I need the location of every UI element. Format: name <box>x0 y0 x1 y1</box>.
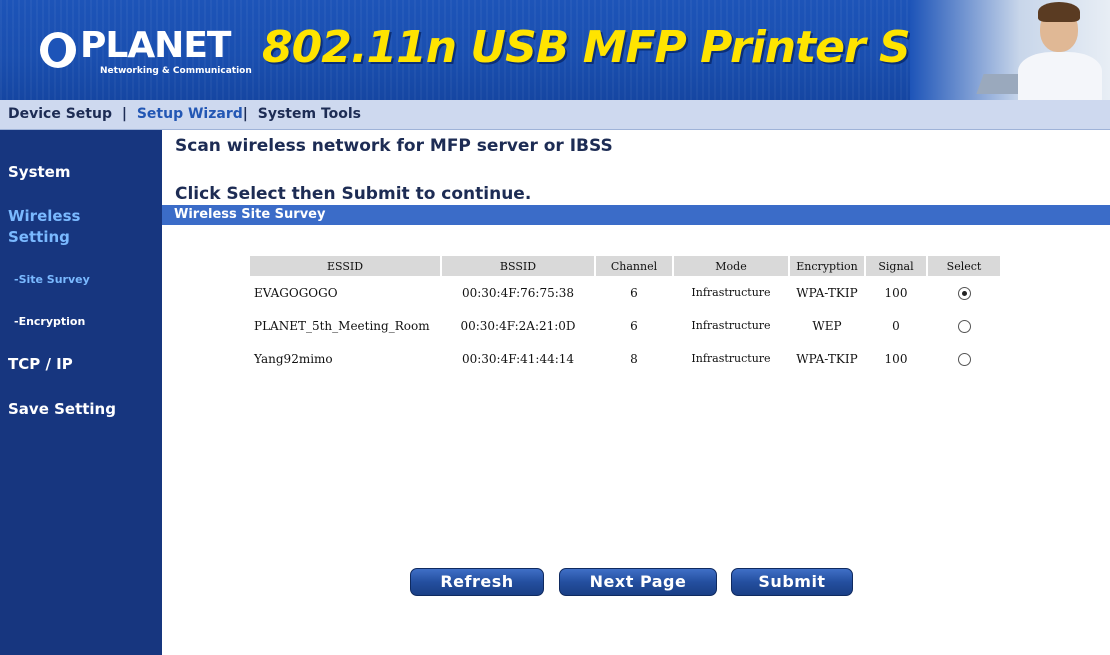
cell-bssid: 00:30:4F:2A:21:0D <box>460 318 576 333</box>
sidebar-item-tcp-ip[interactable]: TCP / IP <box>8 355 73 373</box>
column-header-channel: Channel <box>595 256 674 276</box>
table-header-row: ESSID BSSID Channel Mode Encryption Sign… <box>250 256 1002 276</box>
cell-mode: Infrastructure <box>691 319 771 332</box>
cell-signal: 100 <box>884 351 908 366</box>
submit-button[interactable]: Submit <box>731 568 853 596</box>
top-navigation: Device Setup | Setup Wizard| System Tool… <box>0 100 1110 130</box>
sidebar-item-encryption[interactable]: -Encryption <box>14 315 85 328</box>
sidebar-item-site-survey[interactable]: -Site Survey <box>14 273 90 286</box>
column-header-select: Select <box>927 256 1002 276</box>
table-row: Yang92mimo 00:30:4F:41:44:14 8 Infrastru… <box>250 342 1001 375</box>
sidebar: System Wireless Setting -Site Survey -En… <box>0 130 162 655</box>
cell-signal: 100 <box>884 285 908 300</box>
next-page-button[interactable]: Next Page <box>559 568 717 596</box>
nav-device-setup[interactable]: Device Setup <box>8 106 112 122</box>
cell-select <box>927 342 1001 375</box>
person-shirt <box>1018 52 1102 100</box>
refresh-button[interactable]: Refresh <box>410 568 544 596</box>
cell-signal: 0 <box>892 318 900 333</box>
brand-name: PLANET <box>80 25 231 66</box>
header-banner: PLANET Networking & Communication 802.11… <box>0 0 1110 100</box>
cell-select <box>927 309 1001 342</box>
cell-encryption: WPA-TKIP <box>796 285 858 300</box>
sidebar-item-system[interactable]: System <box>8 163 70 181</box>
site-survey-table: ESSID BSSID Channel Mode Encryption Sign… <box>250 256 1002 375</box>
planet-logo: PLANET Networking & Communication <box>40 18 252 78</box>
top-nav-links: Device Setup | Setup Wizard| System Tool… <box>8 106 361 122</box>
cell-channel: 6 <box>630 318 638 333</box>
brand-tagline: Networking & Communication <box>100 66 252 76</box>
globe-icon <box>40 32 76 68</box>
section-header-bar: Wireless Site Survey <box>162 205 1110 225</box>
cell-essid: Yang92mimo <box>254 351 333 366</box>
cell-channel: 8 <box>630 351 638 366</box>
nav-separator: | <box>121 106 127 122</box>
cell-bssid: 00:30:4F:41:44:14 <box>461 351 575 366</box>
table-row: EVAGOGOGO 00:30:4F:76:75:38 6 Infrastruc… <box>250 276 1001 309</box>
page-heading: Scan wireless network for MFP server or … <box>175 136 613 156</box>
section-title: Wireless Site Survey <box>174 207 326 222</box>
cell-encryption: WPA-TKIP <box>796 351 858 366</box>
select-radio[interactable] <box>957 319 971 333</box>
column-header-signal: Signal <box>865 256 928 276</box>
column-header-mode: Mode <box>673 256 790 276</box>
cell-mode: Infrastructure <box>691 352 771 365</box>
column-header-encryption: Encryption <box>789 256 866 276</box>
cell-essid: EVAGOGOGO <box>254 285 338 300</box>
cell-channel: 6 <box>630 285 638 300</box>
cell-essid: PLANET_5th_Meeting_Room <box>254 318 430 333</box>
column-header-bssid: BSSID <box>441 256 596 276</box>
cell-encryption: WEP <box>812 318 842 333</box>
nav-separator: | <box>242 106 248 122</box>
sidebar-item-wireless-setting[interactable]: Wireless Setting <box>8 206 118 248</box>
main-content: Scan wireless network for MFP server or … <box>162 130 1110 655</box>
nav-system-tools[interactable]: System Tools <box>258 106 361 122</box>
cell-select <box>927 276 1001 309</box>
nav-setup-wizard[interactable]: Setup Wizard <box>137 106 243 122</box>
person-hair <box>1038 2 1080 22</box>
instruction-text: Click Select then Submit to continue. <box>175 184 532 204</box>
table-row: PLANET_5th_Meeting_Room 00:30:4F:2A:21:0… <box>250 309 1001 342</box>
banner-photo <box>910 0 1110 100</box>
cell-bssid: 00:30:4F:76:75:38 <box>461 285 575 300</box>
cell-mode: Infrastructure <box>691 286 771 299</box>
column-header-essid: ESSID <box>250 256 442 276</box>
sidebar-item-save-setting[interactable]: Save Setting <box>8 400 116 418</box>
select-radio[interactable] <box>957 286 971 300</box>
select-radio[interactable] <box>957 352 971 366</box>
